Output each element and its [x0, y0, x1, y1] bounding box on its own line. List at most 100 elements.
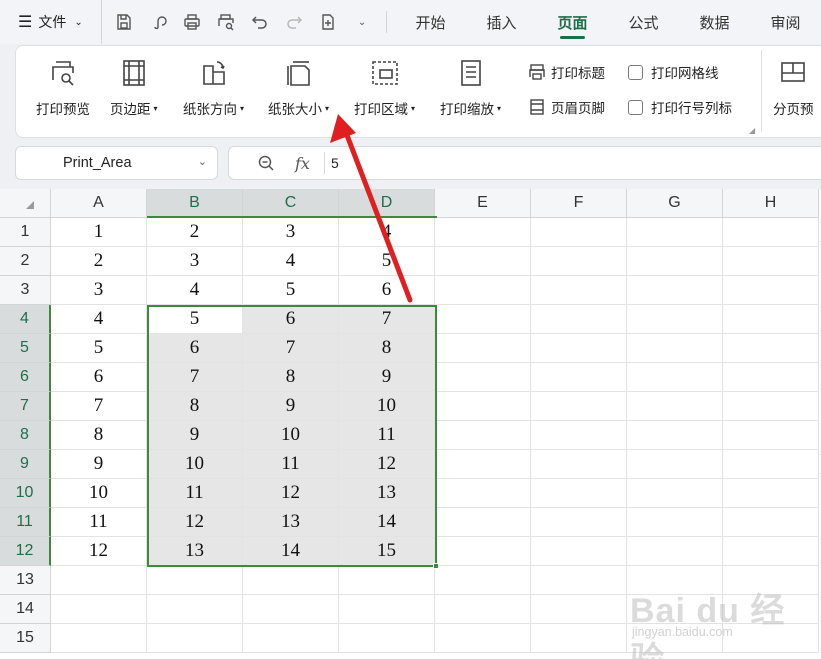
cell-c5[interactable]: 7	[243, 334, 339, 363]
print-area-button[interactable]: 打印区域 ▾	[354, 56, 415, 118]
print-row-col-headers-checkbox[interactable]	[628, 99, 643, 115]
cell-a15[interactable]	[51, 624, 147, 653]
cell-e13[interactable]	[435, 566, 531, 595]
print-titles-button[interactable]: 打印标题	[527, 62, 605, 82]
row-header-7[interactable]: 7	[0, 392, 51, 421]
cell-d13[interactable]	[339, 566, 435, 595]
print-icon[interactable]	[180, 10, 204, 34]
cell-e4[interactable]	[435, 305, 531, 334]
cell-f1[interactable]	[531, 218, 627, 247]
cell-a8[interactable]: 8	[51, 421, 147, 450]
print-gridlines-checkbox[interactable]	[628, 64, 643, 80]
cell-b6[interactable]: 7	[147, 363, 243, 392]
cell-g14[interactable]	[627, 595, 723, 624]
column-header-e[interactable]: E	[435, 189, 531, 218]
cell-g13[interactable]	[627, 566, 723, 595]
cell-b2[interactable]: 3	[147, 247, 243, 276]
orientation-button[interactable]: 纸张方向 ▾	[183, 56, 244, 118]
cell-h4[interactable]	[723, 305, 819, 334]
cell-b5[interactable]: 6	[147, 334, 243, 363]
column-header-g[interactable]: G	[627, 189, 723, 218]
cell-a2[interactable]: 2	[51, 247, 147, 276]
row-header-6[interactable]: 6	[0, 363, 51, 392]
column-header-f[interactable]: F	[531, 189, 627, 218]
cell-f4[interactable]	[531, 305, 627, 334]
print-scale-button[interactable]: 打印缩放 ▾	[440, 56, 501, 118]
page-break-preview-button[interactable]: 分页预	[773, 56, 814, 118]
column-header-a[interactable]: A	[51, 189, 147, 218]
row-header-12[interactable]: 12	[0, 537, 51, 566]
row-header-9[interactable]: 9	[0, 450, 51, 479]
cell-g1[interactable]	[627, 218, 723, 247]
cell-h13[interactable]	[723, 566, 819, 595]
cell-b12[interactable]: 13	[147, 537, 243, 566]
cell-c11[interactable]: 13	[243, 508, 339, 537]
name-box[interactable]: Print_Area ⌄	[15, 146, 218, 180]
cell-d4[interactable]: 7	[339, 305, 435, 334]
print-row-col-headers-toggle[interactable]: 打印行号列标	[628, 97, 732, 117]
cell-d2[interactable]: 5	[339, 247, 435, 276]
cell-b1[interactable]: 2	[147, 218, 243, 247]
cell-b15[interactable]	[147, 624, 243, 653]
cell-h3[interactable]	[723, 276, 819, 305]
cell-e2[interactable]	[435, 247, 531, 276]
cell-g7[interactable]	[627, 392, 723, 421]
cell-b10[interactable]: 11	[147, 479, 243, 508]
cell-f2[interactable]	[531, 247, 627, 276]
cell-f9[interactable]	[531, 450, 627, 479]
cell-e11[interactable]	[435, 508, 531, 537]
row-header-11[interactable]: 11	[0, 508, 51, 537]
cell-d12[interactable]: 15	[339, 537, 435, 566]
cell-h15[interactable]	[723, 624, 819, 653]
cell-g2[interactable]	[627, 247, 723, 276]
cell-g12[interactable]	[627, 537, 723, 566]
cell-d1[interactable]: 4	[339, 218, 435, 247]
cell-f12[interactable]	[531, 537, 627, 566]
row-header-8[interactable]: 8	[0, 421, 51, 450]
cell-b7[interactable]: 8	[147, 392, 243, 421]
new-document-icon[interactable]	[316, 10, 340, 34]
cell-h7[interactable]	[723, 392, 819, 421]
margins-button[interactable]: 页边距 ▾	[110, 56, 158, 118]
zoom-icon[interactable]	[257, 154, 277, 172]
cell-c6[interactable]: 8	[243, 363, 339, 392]
tab-review[interactable]: 审阅	[750, 0, 821, 44]
row-header-15[interactable]: 15	[0, 624, 51, 653]
cell-g6[interactable]	[627, 363, 723, 392]
paper-size-button[interactable]: 纸张大小 ▾	[268, 56, 329, 118]
cell-e15[interactable]	[435, 624, 531, 653]
formula-input[interactable]: 5	[331, 155, 339, 171]
cell-f3[interactable]	[531, 276, 627, 305]
cell-c9[interactable]: 11	[243, 450, 339, 479]
cell-f6[interactable]	[531, 363, 627, 392]
cell-a14[interactable]	[51, 595, 147, 624]
cell-h6[interactable]	[723, 363, 819, 392]
cell-f8[interactable]	[531, 421, 627, 450]
tab-home[interactable]: 开始	[395, 0, 466, 44]
save-icon[interactable]	[112, 10, 136, 34]
cell-e6[interactable]	[435, 363, 531, 392]
column-header-b[interactable]: B	[147, 189, 243, 218]
cell-e14[interactable]	[435, 595, 531, 624]
cell-f7[interactable]	[531, 392, 627, 421]
cell-d8[interactable]: 11	[339, 421, 435, 450]
cell-d9[interactable]: 12	[339, 450, 435, 479]
cell-c2[interactable]: 4	[243, 247, 339, 276]
cell-e7[interactable]	[435, 392, 531, 421]
cell-a6[interactable]: 6	[51, 363, 147, 392]
row-header-13[interactable]: 13	[0, 566, 51, 595]
tab-page[interactable]: 页面	[537, 0, 608, 44]
cell-g15[interactable]	[627, 624, 723, 653]
cell-a9[interactable]: 9	[51, 450, 147, 479]
cell-h10[interactable]	[723, 479, 819, 508]
cell-g4[interactable]	[627, 305, 723, 334]
cell-a7[interactable]: 7	[51, 392, 147, 421]
header-footer-button[interactable]: 页眉页脚	[527, 97, 605, 117]
cell-b9[interactable]: 10	[147, 450, 243, 479]
cell-h11[interactable]	[723, 508, 819, 537]
cell-e1[interactable]	[435, 218, 531, 247]
cell-b13[interactable]	[147, 566, 243, 595]
cell-c8[interactable]: 10	[243, 421, 339, 450]
cell-a1[interactable]: 1	[51, 218, 147, 247]
cell-a10[interactable]: 10	[51, 479, 147, 508]
